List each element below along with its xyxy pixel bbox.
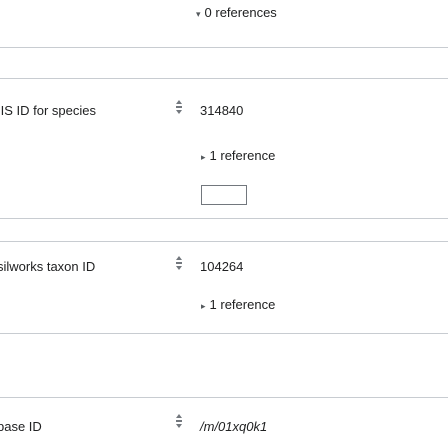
property-label[interactable]: silworks taxon ID bbox=[0, 259, 95, 274]
statement-value[interactable]: /m/01xq0k1 bbox=[200, 419, 267, 434]
divider bbox=[0, 333, 448, 334]
divider bbox=[0, 241, 448, 242]
chevron-right-icon: ▸ bbox=[201, 152, 206, 162]
normal-rank-icon[interactable] bbox=[174, 255, 184, 271]
statement-value[interactable]: 314840 bbox=[200, 103, 243, 118]
references-toggle[interactable]: ▸ 1 reference bbox=[201, 148, 275, 163]
divider bbox=[0, 47, 448, 48]
divider bbox=[0, 78, 448, 79]
divider bbox=[0, 218, 448, 219]
references-label: 1 reference bbox=[209, 148, 276, 163]
property-label[interactable]: base ID bbox=[0, 419, 42, 434]
property-label[interactable]: IIS ID for species bbox=[0, 103, 96, 118]
references-label: 0 references bbox=[204, 5, 277, 20]
empty-input-box[interactable] bbox=[201, 185, 247, 205]
references-label: 1 reference bbox=[209, 297, 276, 312]
chevron-down-icon: ▾ bbox=[196, 9, 201, 19]
references-toggle-top[interactable]: ▾ 0 references bbox=[196, 5, 277, 20]
divider bbox=[0, 397, 448, 398]
references-toggle[interactable]: ▸ 1 reference bbox=[201, 297, 275, 312]
normal-rank-icon[interactable] bbox=[174, 413, 184, 429]
chevron-right-icon: ▸ bbox=[201, 301, 206, 311]
normal-rank-icon[interactable] bbox=[174, 99, 184, 115]
statement-value[interactable]: 104264 bbox=[200, 259, 243, 274]
